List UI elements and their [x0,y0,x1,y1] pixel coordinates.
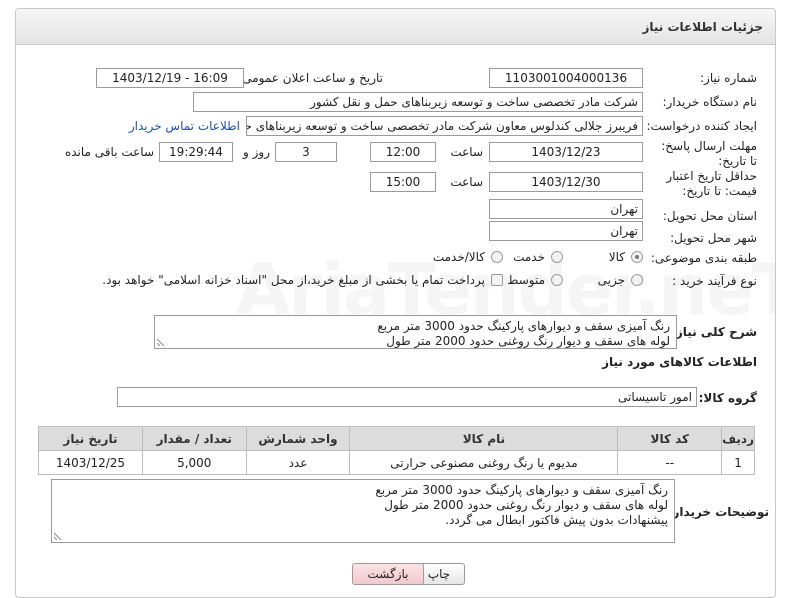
cell-name: مدیوم یا رنگ روغنی مصنوعی حرارتی [349,450,619,475]
back-button[interactable]: بازگشت [352,563,424,585]
city-field: تهران [489,221,643,241]
resize-grip-icon[interactable] [157,338,165,346]
goods-group-field: امور تاسیساتی [117,387,697,407]
buyer-org-field: شرکت مادر تخصصی ساخت و توسعه زیربناهای ح… [193,92,643,112]
remaining-label: ساعت باقی مانده [64,145,154,159]
announce-field: 1403/12/19 - 16:09 [96,68,244,88]
buyer-notes-textarea: رنگ آمیزی سقف و دیوارهای پارکینگ حدود 30… [51,479,675,543]
need-details-panel: جزئیات اطلاعات نیاز AriaTender.neT شماره… [15,8,776,598]
buyer-org-label: نام دستگاه خریدار: [662,95,758,109]
table-row: 1 -- مدیوم یا رنگ روغنی مصنوعی حرارتی عد… [38,450,755,475]
col-header-unit: واحد شمارش [245,426,351,451]
col-header-date: تاریخ نیاز [38,426,143,451]
price-deadline-label: حداقل تاریخ اعتبار قیمت: تا تاریخ: [666,169,757,198]
reply-date-field: 1403/12/23 [489,142,643,162]
category-radio-service[interactable] [551,251,563,263]
price-hour-label: ساعت [450,175,483,189]
days-label: روز و [243,145,270,159]
category-option-goods: کالا [608,250,625,264]
treasury-checkbox[interactable] [491,274,503,286]
requester-field: فریبرز جلالی کندلوس معاون شرکت مادر تخصص… [246,116,643,136]
reply-deadline-label: مهلت ارسال پاسخ: تا تاریخ: [661,139,757,168]
col-header-code: کد کالا [617,426,723,451]
category-option-both: کالا/خدمت [432,250,485,264]
process-label: نوع فرآیند خرید : [672,274,757,288]
announce-label: تاریخ و ساعت اعلان عمومی: [238,71,383,85]
process-option-medium: متوسط [507,273,545,287]
need-number-label: شماره نیاز: [700,71,757,85]
description-textarea: رنگ آمیزی سقف و دیوارهای پارکینگ حدود 30… [154,315,677,349]
table-header-row: ردیف کد کالا نام کالا واحد شمارش تعداد /… [38,426,755,451]
cell-unit: عدد [245,450,351,475]
remaining-time-field: 19:29:44 [159,142,233,162]
process-radio-medium[interactable] [551,274,563,286]
category-label: طبقه بندی موضوعی: [650,251,757,265]
cell-date: 1403/12/25 [38,450,143,475]
process-radio-minor[interactable] [631,274,643,286]
reply-hour-label: ساعت [450,145,483,159]
col-header-quantity: تعداد / مقدار [141,426,247,451]
cell-quantity: 5,000 [141,450,247,475]
category-radio-both[interactable] [491,251,503,263]
days-field: 3 [275,142,337,162]
city-label: شهر محل تحویل: [670,231,757,245]
category-radio-goods[interactable] [631,251,643,263]
resize-grip-icon[interactable] [54,532,62,540]
goods-table: ردیف کد کالا نام کالا واحد شمارش تعداد /… [38,426,755,475]
cell-code: -- [617,450,723,475]
reply-time-field: 12:00 [370,142,436,162]
cell-row-number: 1 [721,450,755,475]
buyer-notes-label: توضیحات خریدار: [667,505,769,519]
category-option-service: خدمت [513,250,545,264]
price-time-field: 15:00 [370,172,436,192]
requester-label: ایجاد کننده درخواست: [646,119,757,133]
buyer-contact-link[interactable]: اطلاعات تماس خریدار [129,119,240,133]
province-label: استان محل تحویل: [662,209,757,223]
need-number-field: 1103001004000136 [489,68,643,88]
price-date-field: 1403/12/30 [489,172,643,192]
col-header-name: نام کالا [349,426,619,451]
treasury-note: پرداخت تمام یا بخشی از مبلغ خرید،از محل … [102,273,485,287]
description-label: شرح کلی نیاز: [671,325,757,339]
col-header-row-number: ردیف [721,426,755,451]
panel-title: جزئیات اطلاعات نیاز [16,9,775,45]
province-field: تهران [489,199,643,219]
goods-section-title: اطلاعات کالاهای مورد نیاز [602,355,757,369]
goods-group-label: گروه کالا: [698,391,757,405]
process-option-minor: جزیی [597,273,625,287]
